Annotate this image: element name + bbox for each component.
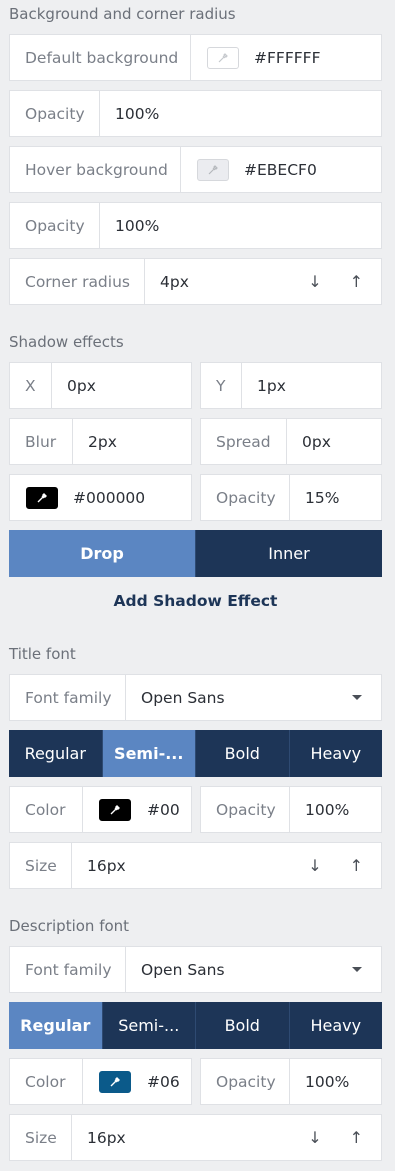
title-font-size-value[interactable]: 16px: [72, 857, 308, 875]
title-font-size-label: Size: [10, 843, 72, 888]
corner-radius-field[interactable]: Corner radius 4px ↓ ↑: [9, 258, 382, 305]
shadow-blur-label: Blur: [10, 419, 73, 464]
description-font-color-label: Color: [10, 1059, 83, 1104]
chevron-down-icon[interactable]: [352, 967, 362, 972]
default-opacity-value[interactable]: 100%: [100, 105, 381, 123]
default-background-value[interactable]: #FFFFFF: [239, 49, 381, 67]
shadow-y-field[interactable]: Y 1px: [200, 362, 382, 409]
title-weight-regular[interactable]: Regular: [9, 730, 103, 777]
title-weight-heavy[interactable]: Heavy: [290, 730, 383, 777]
title-font-size-field[interactable]: Size 16px ↓ ↑: [9, 842, 382, 889]
hover-opacity-label: Opacity: [10, 203, 100, 248]
section-title-description-font: Description font: [9, 917, 130, 935]
shadow-x-field[interactable]: X 0px: [9, 362, 192, 409]
arrow-down-icon[interactable]: ↓: [308, 857, 321, 874]
description-font-color-field[interactable]: Color #06: [9, 1058, 192, 1105]
description-font-opacity-field[interactable]: Opacity 100%: [200, 1058, 382, 1105]
description-weight-semibold[interactable]: Semi-...: [103, 1002, 196, 1049]
shadow-opacity-field[interactable]: Opacity 15%: [200, 474, 382, 521]
title-font-opacity-label: Opacity: [201, 787, 290, 832]
title-font-family-select[interactable]: Font family Open Sans: [9, 674, 382, 721]
hover-background-label: Hover background: [10, 147, 181, 192]
corner-radius-label: Corner radius: [10, 259, 145, 304]
title-font-opacity-value[interactable]: 100%: [290, 801, 381, 819]
arrow-down-icon[interactable]: ↓: [308, 273, 321, 290]
shadow-opacity-value[interactable]: 15%: [290, 489, 381, 507]
title-font-color-field[interactable]: Color #00: [9, 786, 192, 833]
default-opacity-field[interactable]: Opacity 100%: [9, 90, 382, 137]
arrow-up-icon[interactable]: ↑: [350, 857, 363, 874]
shadow-x-value[interactable]: 0px: [52, 377, 191, 395]
arrow-down-icon[interactable]: ↓: [308, 1129, 321, 1146]
shadow-x-label: X: [10, 363, 52, 408]
eyedropper-icon[interactable]: [197, 158, 229, 181]
title-weight-bold[interactable]: Bold: [196, 730, 290, 777]
description-font-size-label: Size: [10, 1115, 72, 1160]
shadow-color-field[interactable]: #000000: [9, 474, 192, 521]
arrow-up-icon[interactable]: ↑: [350, 273, 363, 290]
shadow-spread-field[interactable]: Spread 0px: [200, 418, 382, 465]
title-font-weight-toggle[interactable]: Regular Semi-... Bold Heavy: [9, 730, 382, 777]
title-font-family-label: Font family: [10, 675, 126, 720]
chevron-down-icon[interactable]: [352, 695, 362, 700]
add-shadow-effect-button[interactable]: Add Shadow Effect: [9, 592, 382, 610]
shadow-y-value[interactable]: 1px: [242, 377, 381, 395]
description-font-size-value[interactable]: 16px: [72, 1129, 308, 1147]
hover-opacity-value[interactable]: 100%: [100, 217, 381, 235]
description-font-color-value[interactable]: #06: [131, 1073, 191, 1091]
description-font-family-select[interactable]: Font family Open Sans: [9, 946, 382, 993]
title-weight-semibold[interactable]: Semi-...: [102, 730, 196, 777]
default-background-label: Default background: [10, 35, 191, 80]
eyedropper-icon[interactable]: [26, 486, 58, 509]
title-font-color-label: Color: [10, 787, 83, 832]
shadow-spread-label: Spread: [201, 419, 287, 464]
description-weight-bold[interactable]: Bold: [196, 1002, 290, 1049]
title-font-opacity-field[interactable]: Opacity 100%: [200, 786, 382, 833]
shadow-type-drop[interactable]: Drop: [9, 530, 196, 577]
arrow-up-icon[interactable]: ↑: [350, 1129, 363, 1146]
eyedropper-icon[interactable]: [207, 46, 239, 69]
description-weight-regular[interactable]: Regular: [9, 1002, 103, 1049]
title-font-family-value[interactable]: Open Sans: [126, 689, 352, 707]
description-weight-heavy[interactable]: Heavy: [290, 1002, 383, 1049]
shadow-y-label: Y: [201, 363, 242, 408]
hover-background-field[interactable]: Hover background #EBECF0: [9, 146, 382, 193]
shadow-spread-value[interactable]: 0px: [287, 433, 381, 451]
description-font-opacity-value[interactable]: 100%: [290, 1073, 381, 1091]
section-title-title-font: Title font: [9, 645, 76, 663]
shadow-color-value[interactable]: #000000: [58, 489, 191, 507]
description-font-size-field[interactable]: Size 16px ↓ ↑: [9, 1114, 382, 1161]
title-font-color-value[interactable]: #00: [131, 801, 191, 819]
description-font-family-value[interactable]: Open Sans: [126, 961, 352, 979]
section-title-shadow: Shadow effects: [9, 333, 124, 351]
eyedropper-icon[interactable]: [99, 798, 131, 821]
default-opacity-label: Opacity: [10, 91, 100, 136]
description-font-weight-toggle[interactable]: Regular Semi-... Bold Heavy: [9, 1002, 382, 1049]
shadow-type-toggle[interactable]: Drop Inner: [9, 530, 382, 577]
section-title-background: Background and corner radius: [9, 5, 236, 23]
corner-radius-value[interactable]: 4px: [145, 273, 308, 291]
hover-background-value[interactable]: #EBECF0: [229, 161, 381, 179]
description-font-family-label: Font family: [10, 947, 126, 992]
eyedropper-icon[interactable]: [99, 1070, 131, 1093]
shadow-blur-value[interactable]: 2px: [73, 433, 191, 451]
shadow-opacity-label: Opacity: [201, 475, 290, 520]
description-font-opacity-label: Opacity: [201, 1059, 290, 1104]
shadow-blur-field[interactable]: Blur 2px: [9, 418, 192, 465]
hover-opacity-field[interactable]: Opacity 100%: [9, 202, 382, 249]
default-background-field[interactable]: Default background #FFFFFF: [9, 34, 382, 81]
shadow-type-inner[interactable]: Inner: [196, 530, 382, 577]
